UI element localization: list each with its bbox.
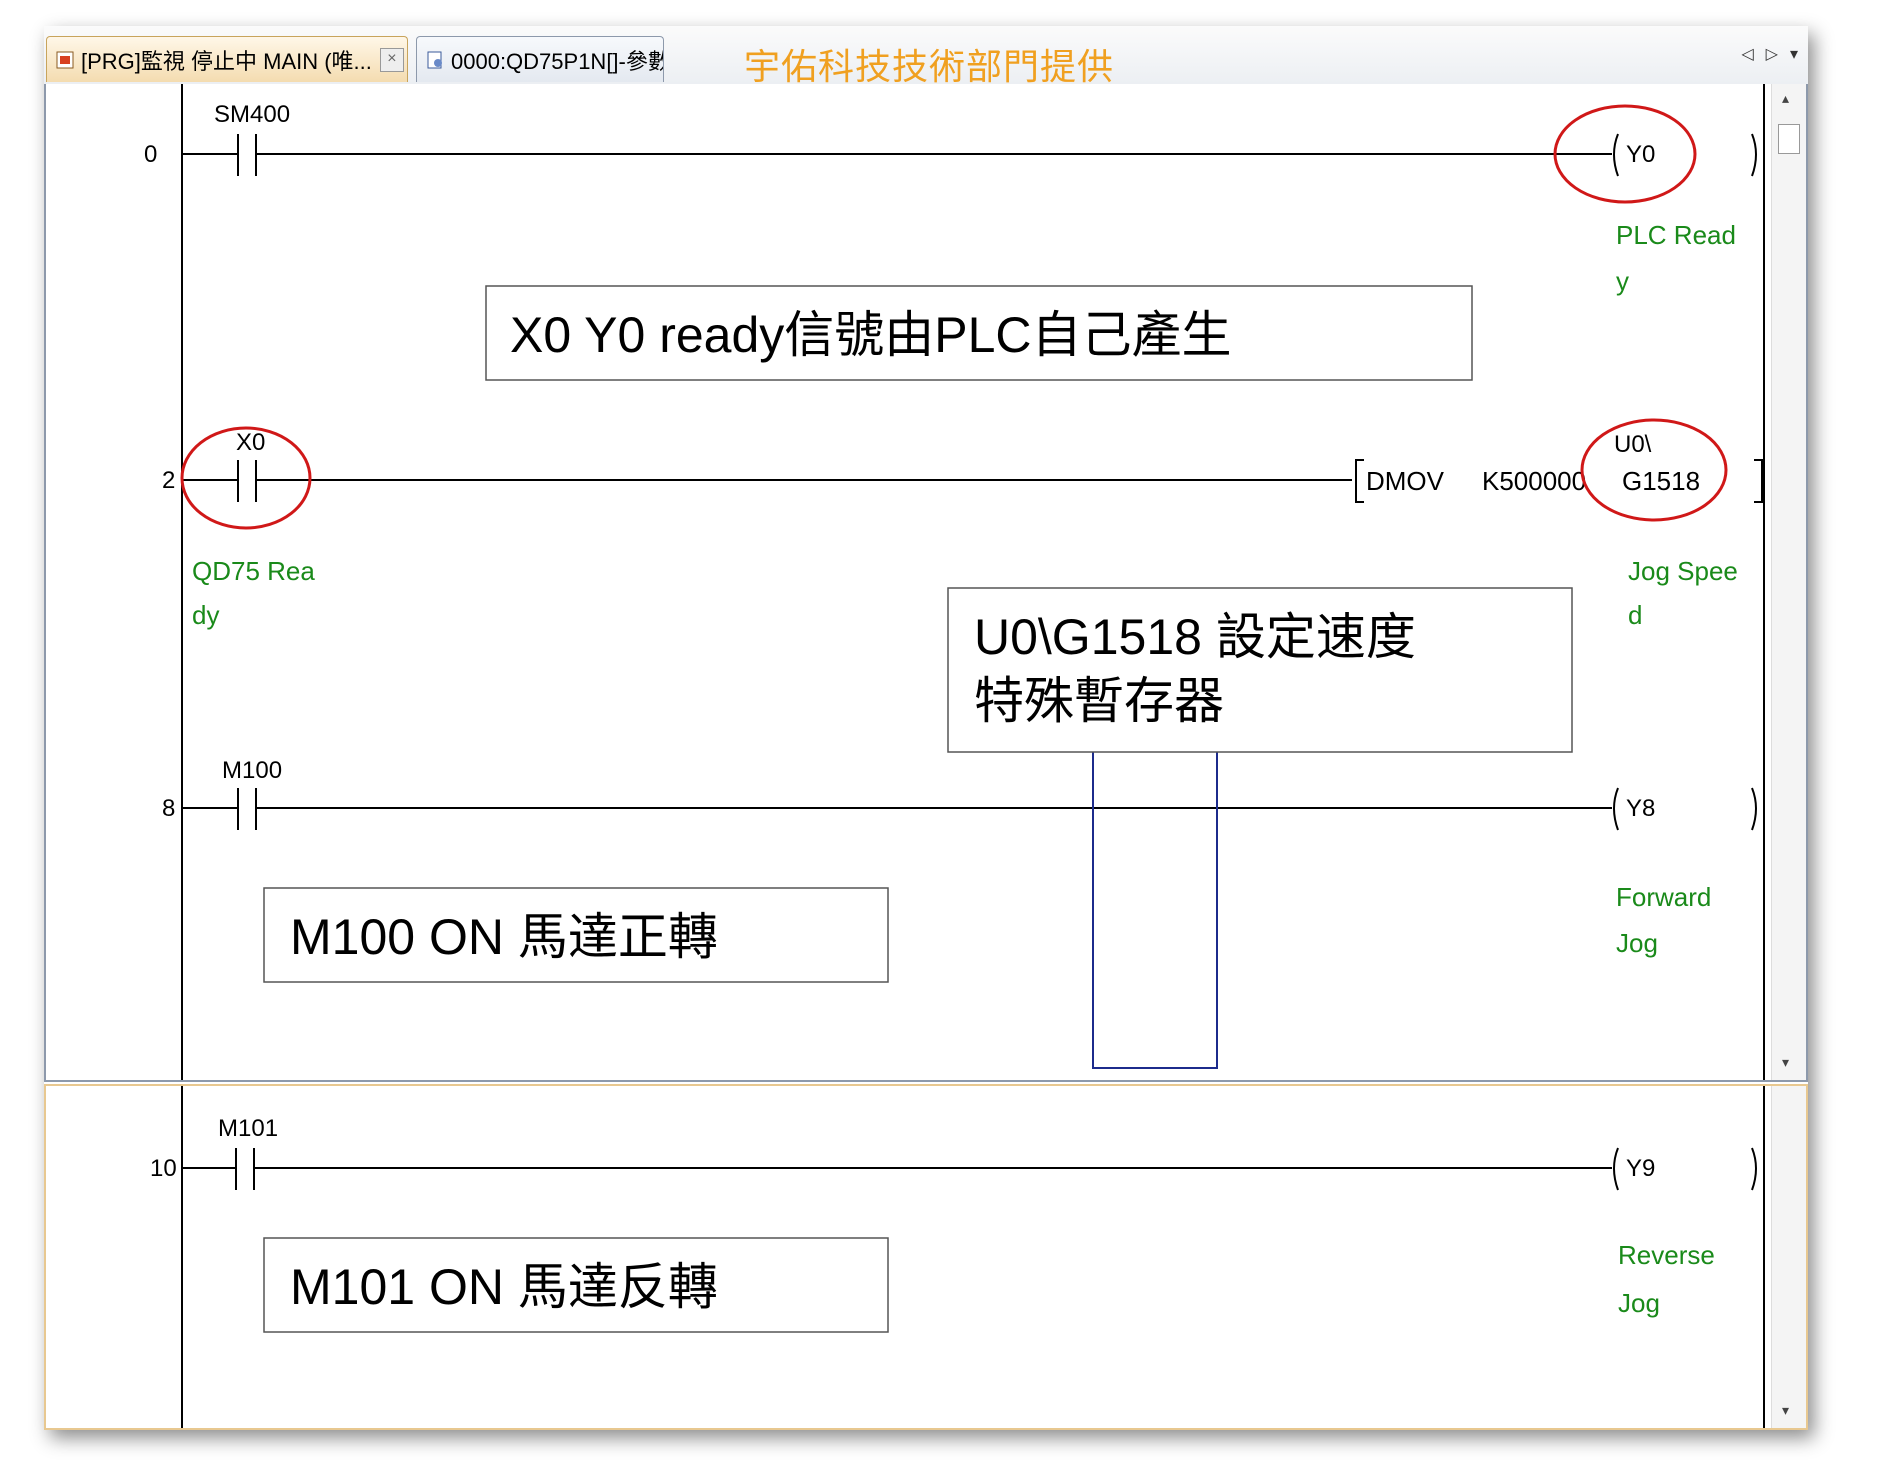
device-comment: d <box>1628 600 1642 630</box>
step-number: 10 <box>150 1155 177 1182</box>
coil-label: Y9 <box>1626 1155 1655 1182</box>
device-comment: Jog <box>1616 928 1658 958</box>
device-comment: Jog Spee <box>1628 556 1738 586</box>
coil-label: Y0 <box>1626 141 1655 168</box>
contact-label: X0 <box>236 429 265 456</box>
annotation-text: U0\G1518 設定速度 <box>974 609 1416 665</box>
tab-scroll-left-icon[interactable]: ◁ <box>1741 44 1753 64</box>
annotation-box-speed: U0\G1518 設定速度 特殊暫存器 <box>947 587 1573 753</box>
instruction-dmov[interactable]: DMOV K500000 U0\ G1518 <box>1355 431 1763 503</box>
close-icon[interactable]: × <box>379 47 404 72</box>
device-comment: y <box>1616 266 1629 296</box>
device-comment: Jog <box>1618 1288 1660 1318</box>
banner-text: 宇佑科技技術部門提供 <box>744 47 1115 88</box>
annotation-box-forward: M100 ON 馬達正轉 <box>263 887 889 983</box>
annotation-text: M100 ON 馬達正轉 <box>290 909 718 965</box>
program-icon <box>56 51 74 68</box>
step-number: 2 <box>162 467 175 494</box>
source-operand: K500000 <box>1482 466 1586 496</box>
tab-program-label: [PRG]監視 停止中 MAIN (唯... <box>81 48 372 74</box>
annotation-text: 特殊暫存器 <box>974 673 1224 729</box>
device-comment: dy <box>192 600 219 630</box>
destination-operand: G1518 <box>1622 466 1700 496</box>
parameter-icon <box>427 51 442 68</box>
contact-label: M101 <box>218 1115 278 1142</box>
contact-label: M100 <box>222 757 282 784</box>
tab-navigation: ◁ ▷ ▾ <box>1741 44 1798 64</box>
scroll-thumb[interactable] <box>1778 124 1800 154</box>
annotation-box-ready: X0 Y0 ready信號由PLC自己產生 <box>485 285 1473 381</box>
coil-y8[interactable]: Y8 <box>1613 787 1757 831</box>
contact-m100[interactable] <box>182 788 1612 830</box>
coil-y0[interactable]: Y0 <box>1613 133 1757 177</box>
contact-m101[interactable] <box>182 1148 1612 1190</box>
annotation-text: X0 Y0 ready信號由PLC自己產生 <box>510 307 1232 363</box>
device-comment: Reverse <box>1618 1240 1715 1270</box>
annotation-text: M101 ON 馬達反轉 <box>290 1259 718 1315</box>
annotation-box-reverse: M101 ON 馬達反轉 <box>263 1237 889 1333</box>
ladder-pane-lower[interactable]: 10 M101 Y9 Reverse Jog M101 ON 馬達反轉 ▾ <box>44 1084 1808 1430</box>
tab-bar: [PRG]監視 停止中 MAIN (唯... × 0000:QD75P1N[]-… <box>44 26 1808 88</box>
contact-label: SM400 <box>214 101 290 128</box>
tab-parameter[interactable]: 0000:QD75P1N[]-參數 <box>416 36 664 82</box>
vertical-scrollbar[interactable]: ▾ <box>1771 1086 1806 1428</box>
contact-x0[interactable] <box>182 460 1352 502</box>
instruction-name: DMOV <box>1366 466 1445 496</box>
tab-scroll-right-icon[interactable]: ▷ <box>1766 44 1778 64</box>
destination-operand-prefix: U0\ <box>1614 431 1652 458</box>
step-number: 8 <box>162 795 175 822</box>
tab-list-dropdown-icon[interactable]: ▾ <box>1790 44 1798 64</box>
device-comment: Forward <box>1616 882 1711 912</box>
device-comment: PLC Read <box>1616 220 1736 250</box>
ladder-pane-upper[interactable]: 0 SM400 Y0 PLC Read y 2 X0 DMOV K500000 … <box>44 84 1808 1082</box>
device-comment: QD75 Rea <box>192 556 315 586</box>
tab-parameter-label: 0000:QD75P1N[]-參數 <box>451 48 664 74</box>
scroll-up-icon[interactable]: ▴ <box>1782 90 1789 107</box>
step-number: 0 <box>144 141 157 168</box>
scroll-down-icon[interactable]: ▾ <box>1782 1402 1789 1419</box>
scroll-down-icon[interactable]: ▾ <box>1782 1054 1789 1071</box>
vertical-scrollbar[interactable]: ▴ ▾ <box>1771 84 1806 1080</box>
ladder-editor-window: [PRG]監視 停止中 MAIN (唯... × 0000:QD75P1N[]-… <box>44 26 1808 1430</box>
coil-label: Y8 <box>1626 795 1655 822</box>
contact-sm400[interactable] <box>182 134 1612 176</box>
tab-program[interactable]: [PRG]監視 停止中 MAIN (唯... × <box>46 36 408 82</box>
coil-y9[interactable]: Y9 <box>1613 1147 1757 1191</box>
edit-cursor[interactable] <box>1092 747 1218 1069</box>
